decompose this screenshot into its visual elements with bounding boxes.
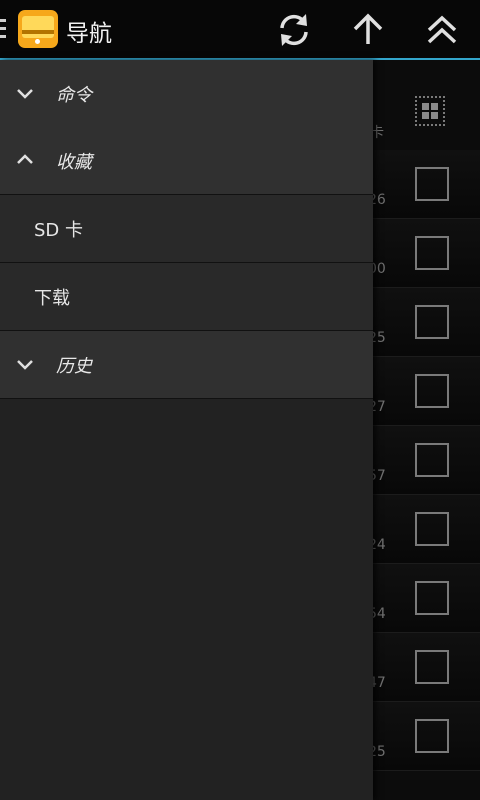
drawer-item-label: 下载	[34, 288, 70, 309]
action-bar: 导航	[0, 0, 480, 60]
checkbox[interactable]	[415, 236, 449, 270]
drawer-group-commands[interactable]: 命令	[0, 60, 373, 128]
navigation-drawer: 命令 收藏 SD 卡 下载 历史	[0, 60, 373, 800]
refresh-icon	[280, 14, 308, 46]
drawer-item-downloads[interactable]: 下载	[0, 263, 373, 331]
arrow-up-icon	[353, 13, 383, 44]
refresh-button[interactable]	[272, 8, 316, 52]
drawer-item-sd-card[interactable]: SD 卡	[0, 195, 373, 263]
scroll-top-button[interactable]	[420, 8, 464, 52]
page-title: 导航	[66, 21, 112, 47]
checkbox[interactable]	[415, 650, 449, 684]
menu-icon[interactable]	[0, 19, 6, 39]
up-button[interactable]	[346, 8, 390, 52]
drawer-item-label: SD 卡	[34, 220, 84, 241]
drawer-group-label: 历史	[56, 356, 92, 377]
chevron-down-icon	[17, 89, 33, 99]
checkbox[interactable]	[415, 719, 449, 753]
checkbox[interactable]	[415, 581, 449, 615]
select-all-icon[interactable]	[415, 96, 445, 126]
checkbox[interactable]	[415, 305, 449, 339]
checkbox[interactable]	[415, 167, 449, 201]
drawer-group-label: 收藏	[56, 152, 92, 173]
chevron-down-icon	[17, 360, 33, 370]
checkbox[interactable]	[415, 374, 449, 408]
drawer-group-label: 命令	[56, 85, 92, 106]
drawer-group-history[interactable]: 历史	[0, 331, 373, 399]
checkbox[interactable]	[415, 512, 449, 546]
double-chevron-up-icon	[427, 15, 457, 44]
checkbox[interactable]	[415, 443, 449, 477]
drawer-group-favorites[interactable]: 收藏	[0, 127, 373, 195]
chevron-up-icon	[17, 154, 33, 164]
app-icon[interactable]	[18, 10, 58, 48]
